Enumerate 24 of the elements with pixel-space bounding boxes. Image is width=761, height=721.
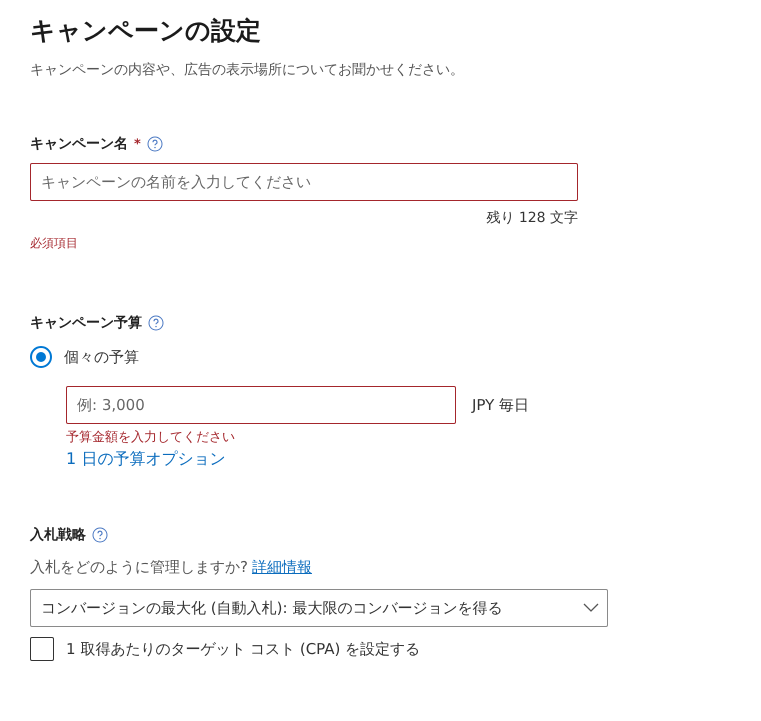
radio-label: 個々の予算 <box>64 348 139 366</box>
page-title: キャンペーンの設定 <box>30 15 262 47</box>
page-subtitle: キャンペーンの内容や、広告の表示場所についてお聞かせください。 <box>30 61 465 79</box>
campaign-name-field[interactable]: キャンペーンの名前を入力してください <box>30 163 578 201</box>
chevron-down-icon <box>583 603 599 613</box>
field-label: キャンペーン予算 <box>30 314 142 332</box>
question-text: 入札をどのように管理しますか? <box>30 558 248 577</box>
help-icon[interactable] <box>148 315 164 331</box>
field-label: キャンペーン名 <box>30 135 128 153</box>
help-icon[interactable] <box>146 136 163 152</box>
radio-button[interactable] <box>30 346 52 368</box>
budget-field[interactable]: 例: 3,000 <box>66 386 456 424</box>
budget-options-link[interactable]: 1 日の予算オプション <box>66 449 226 470</box>
field-label: 入札戦略 <box>30 526 86 544</box>
strategy-dropdown[interactable]: コンバージョンの最大化 (自動入札): 最大限のコンバージョンを得る <box>30 589 608 627</box>
checkbox[interactable] <box>30 637 54 661</box>
character-counter: 残り 128 文字 <box>486 210 578 226</box>
help-icon[interactable] <box>92 527 108 543</box>
details-link[interactable]: 詳細情報 <box>252 558 312 577</box>
checkbox-label: 1 取得あたりのターゲット コスト (CPA) を設定する <box>66 640 420 658</box>
error-message: 必須項目 <box>30 236 78 250</box>
currency-label: JPY 毎日 <box>472 396 530 414</box>
required-mark: * <box>134 136 141 152</box>
error-message: 予算金額を入力してください <box>66 430 235 445</box>
